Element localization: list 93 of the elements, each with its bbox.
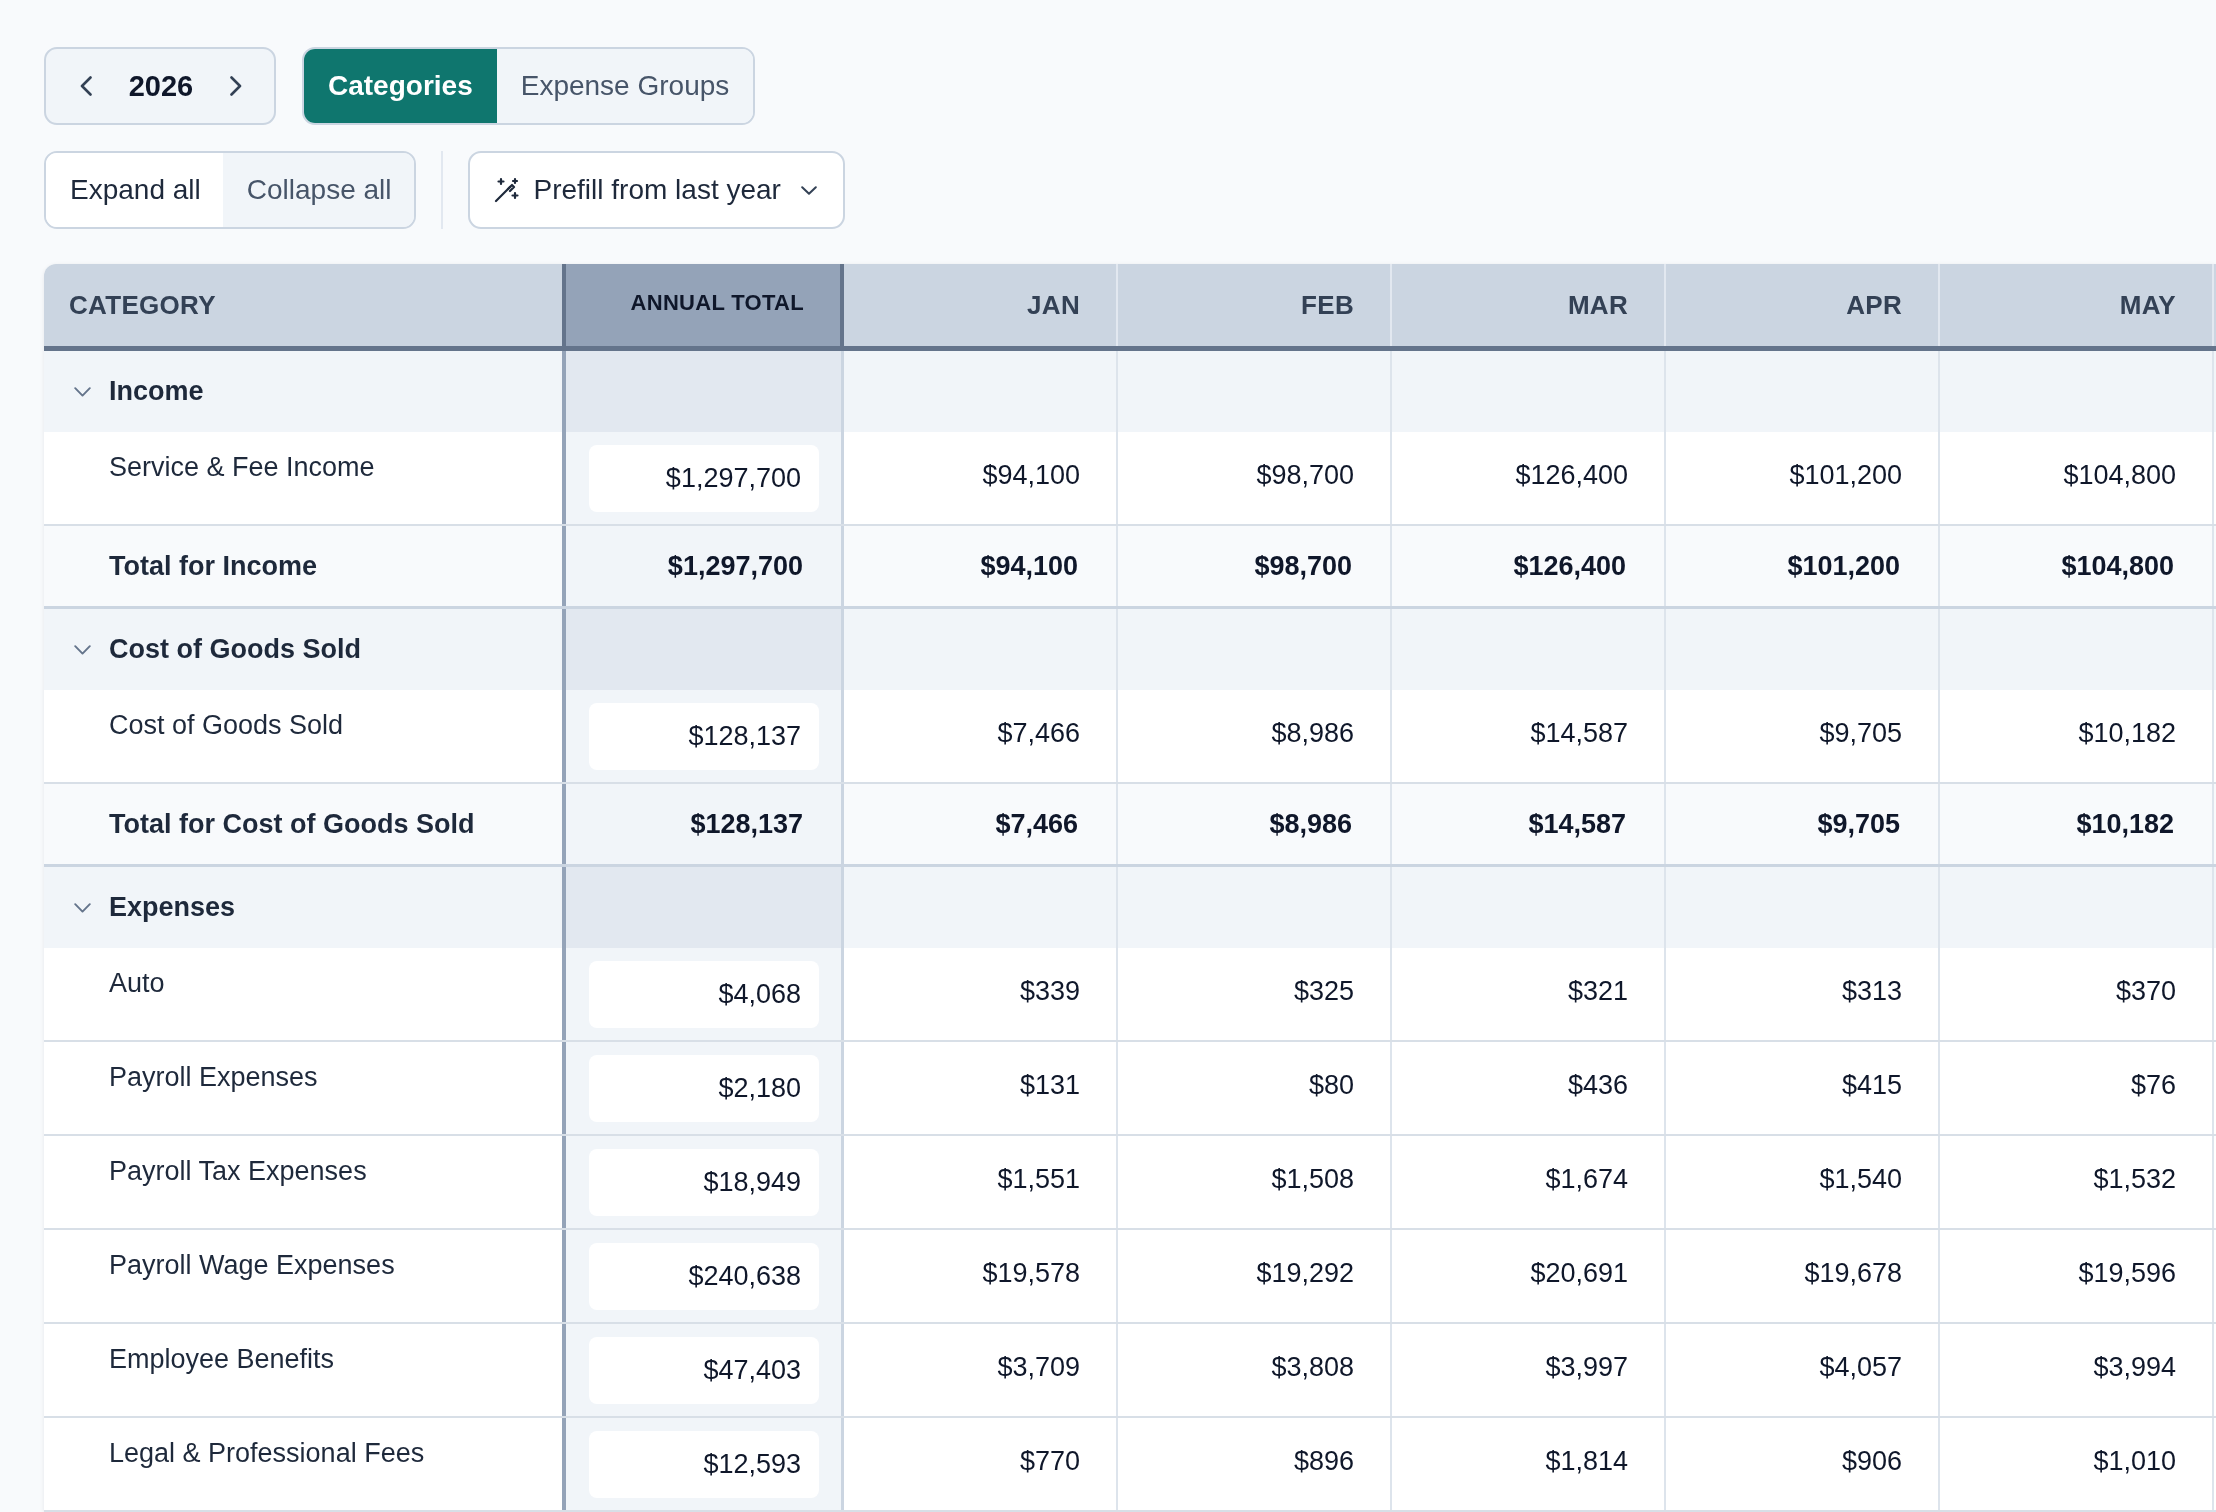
annual-total-field[interactable]: $18,949 <box>589 1148 819 1216</box>
table-cell: $8,986 <box>1118 784 1392 864</box>
table-cell-text: Cost of Goods Sold <box>108 709 345 742</box>
table-cell: $80 <box>1118 1042 1392 1134</box>
table-cell: $1,551 <box>844 1136 1118 1228</box>
chevron-left-icon <box>80 76 92 96</box>
annual-total-field[interactable]: $47,403 <box>589 1336 819 1404</box>
table-cell: $94,100 <box>844 526 1118 606</box>
chevron-down-icon[interactable] <box>74 644 91 655</box>
table-cell: $101,200 <box>1666 526 1940 606</box>
table-cell-text: Employee Benefits <box>108 1343 336 1376</box>
chevron-down-icon[interactable] <box>74 902 91 913</box>
table-cell: $76 <box>1940 1042 2214 1134</box>
table-cell: $3,997 <box>1392 1324 1666 1416</box>
table-cell: $436 <box>1392 1042 1666 1134</box>
chevron-right-icon <box>230 76 242 96</box>
table-cell: $4,057 <box>1666 1324 1940 1416</box>
table-cell: $339 <box>844 948 1118 1040</box>
column-header: APR <box>1666 264 1940 346</box>
table-cell-text: Service & Fee Income <box>108 451 376 484</box>
table-cell: $3,709 <box>844 1324 1118 1416</box>
annual-total-field[interactable]: $12,593 <box>589 1430 819 1498</box>
table-cell: $19,678 <box>1666 1230 1940 1322</box>
column-header: MAR <box>1392 264 1666 346</box>
column-header: JAN <box>844 264 1118 346</box>
table-cell: $1,674 <box>1392 1136 1666 1228</box>
year-label: 2026 <box>128 69 194 103</box>
table-cell: $7,466 <box>844 784 1118 864</box>
table-cell: $1,508 <box>1118 1136 1392 1228</box>
table-cell: $313 <box>1666 948 1940 1040</box>
table-cell: $370 <box>1940 948 2214 1040</box>
table-cell: $321 <box>1392 948 1666 1040</box>
column-header: ANNUAL TOTAL <box>562 264 844 346</box>
table-cell: $126,400 <box>1392 432 1666 524</box>
chevron-down-icon <box>800 185 817 195</box>
table-cell: $20,691 <box>1392 1230 1666 1322</box>
table-cell-text: Payroll Expenses <box>108 1061 319 1094</box>
annual-total-field[interactable]: $4,068 <box>589 960 819 1028</box>
table-cell: $98,700 <box>1118 432 1392 524</box>
table-cell-text: Auto <box>108 967 166 1000</box>
expand-collapse-button[interactable]: Expand all <box>46 153 223 227</box>
table-cell: $98,700 <box>1118 526 1392 606</box>
table-cell: $19,596 <box>1940 1230 2214 1322</box>
group-name: Cost of Goods Sold <box>109 634 361 665</box>
table-cell: $104,800 <box>1940 526 2214 606</box>
table-cell: $104,800 <box>1940 432 2214 524</box>
table-cell: $1,814 <box>1392 1418 1666 1510</box>
table-cell: $906 <box>1666 1418 1940 1510</box>
table-cell: $3,808 <box>1118 1324 1392 1416</box>
table-cell-text: Total for Income <box>108 549 318 583</box>
annual-total-field[interactable]: $128,137 <box>589 702 819 770</box>
expand-collapse-button[interactable]: Collapse all <box>222 153 414 227</box>
table-cell: $19,578 <box>844 1230 1118 1322</box>
table-cell: $896 <box>1118 1418 1392 1510</box>
view-tab[interactable]: Expense Groups <box>496 49 754 123</box>
group-name: Expenses <box>109 892 236 923</box>
table-cell: $10,182 <box>1940 690 2214 782</box>
table-cell-text: Total for Cost of Goods Sold <box>108 807 476 841</box>
table-cell: $14,587 <box>1392 690 1666 782</box>
table-cell: $7,466 <box>844 690 1118 782</box>
table-cell: $94,100 <box>844 432 1118 524</box>
table-cell: $1,010 <box>1940 1418 2214 1510</box>
annual-total-field[interactable]: $2,180 <box>589 1054 819 1122</box>
table-cell: $101,200 <box>1666 432 1940 524</box>
annual-total-field[interactable]: $240,638 <box>589 1242 819 1310</box>
table-cell: $131 <box>844 1042 1118 1134</box>
table-cell: $1,297,700 <box>562 526 844 606</box>
column-header: CATEGORY <box>68 288 217 322</box>
table-cell-text: Payroll Wage Expenses <box>108 1249 396 1282</box>
table-cell: $770 <box>844 1418 1118 1510</box>
table-cell: $1,532 <box>1940 1136 2214 1228</box>
table-cell: $1,540 <box>1666 1136 1940 1228</box>
table-cell-text: Legal & Professional Fees <box>108 1437 426 1470</box>
view-tab[interactable]: Categories <box>304 49 497 123</box>
table-cell: $325 <box>1118 948 1392 1040</box>
column-header: FEB <box>1118 264 1392 346</box>
table-cell: $10,182 <box>1940 784 2214 864</box>
column-header: MAY <box>1940 264 2214 346</box>
table-cell: $9,705 <box>1666 690 1940 782</box>
table-cell: $128,137 <box>562 784 844 864</box>
group-name: Income <box>109 376 204 407</box>
table-cell: $14,587 <box>1392 784 1666 864</box>
table-cell: $19,292 <box>1118 1230 1392 1322</box>
table-cell-text: Payroll Tax Expenses <box>108 1155 368 1188</box>
annual-total-field[interactable]: $1,297,700 <box>589 444 819 512</box>
table-cell: $8,986 <box>1118 690 1392 782</box>
chevron-down-icon[interactable] <box>74 386 91 397</box>
magic-wand-icon <box>493 177 520 203</box>
table-cell: $9,705 <box>1666 784 1940 864</box>
table-cell: $126,400 <box>1392 526 1666 606</box>
table-cell: $3,994 <box>1940 1324 2214 1416</box>
table-cell: $415 <box>1666 1042 1940 1134</box>
prefill-button[interactable]: Prefill from last year <box>467 151 845 229</box>
